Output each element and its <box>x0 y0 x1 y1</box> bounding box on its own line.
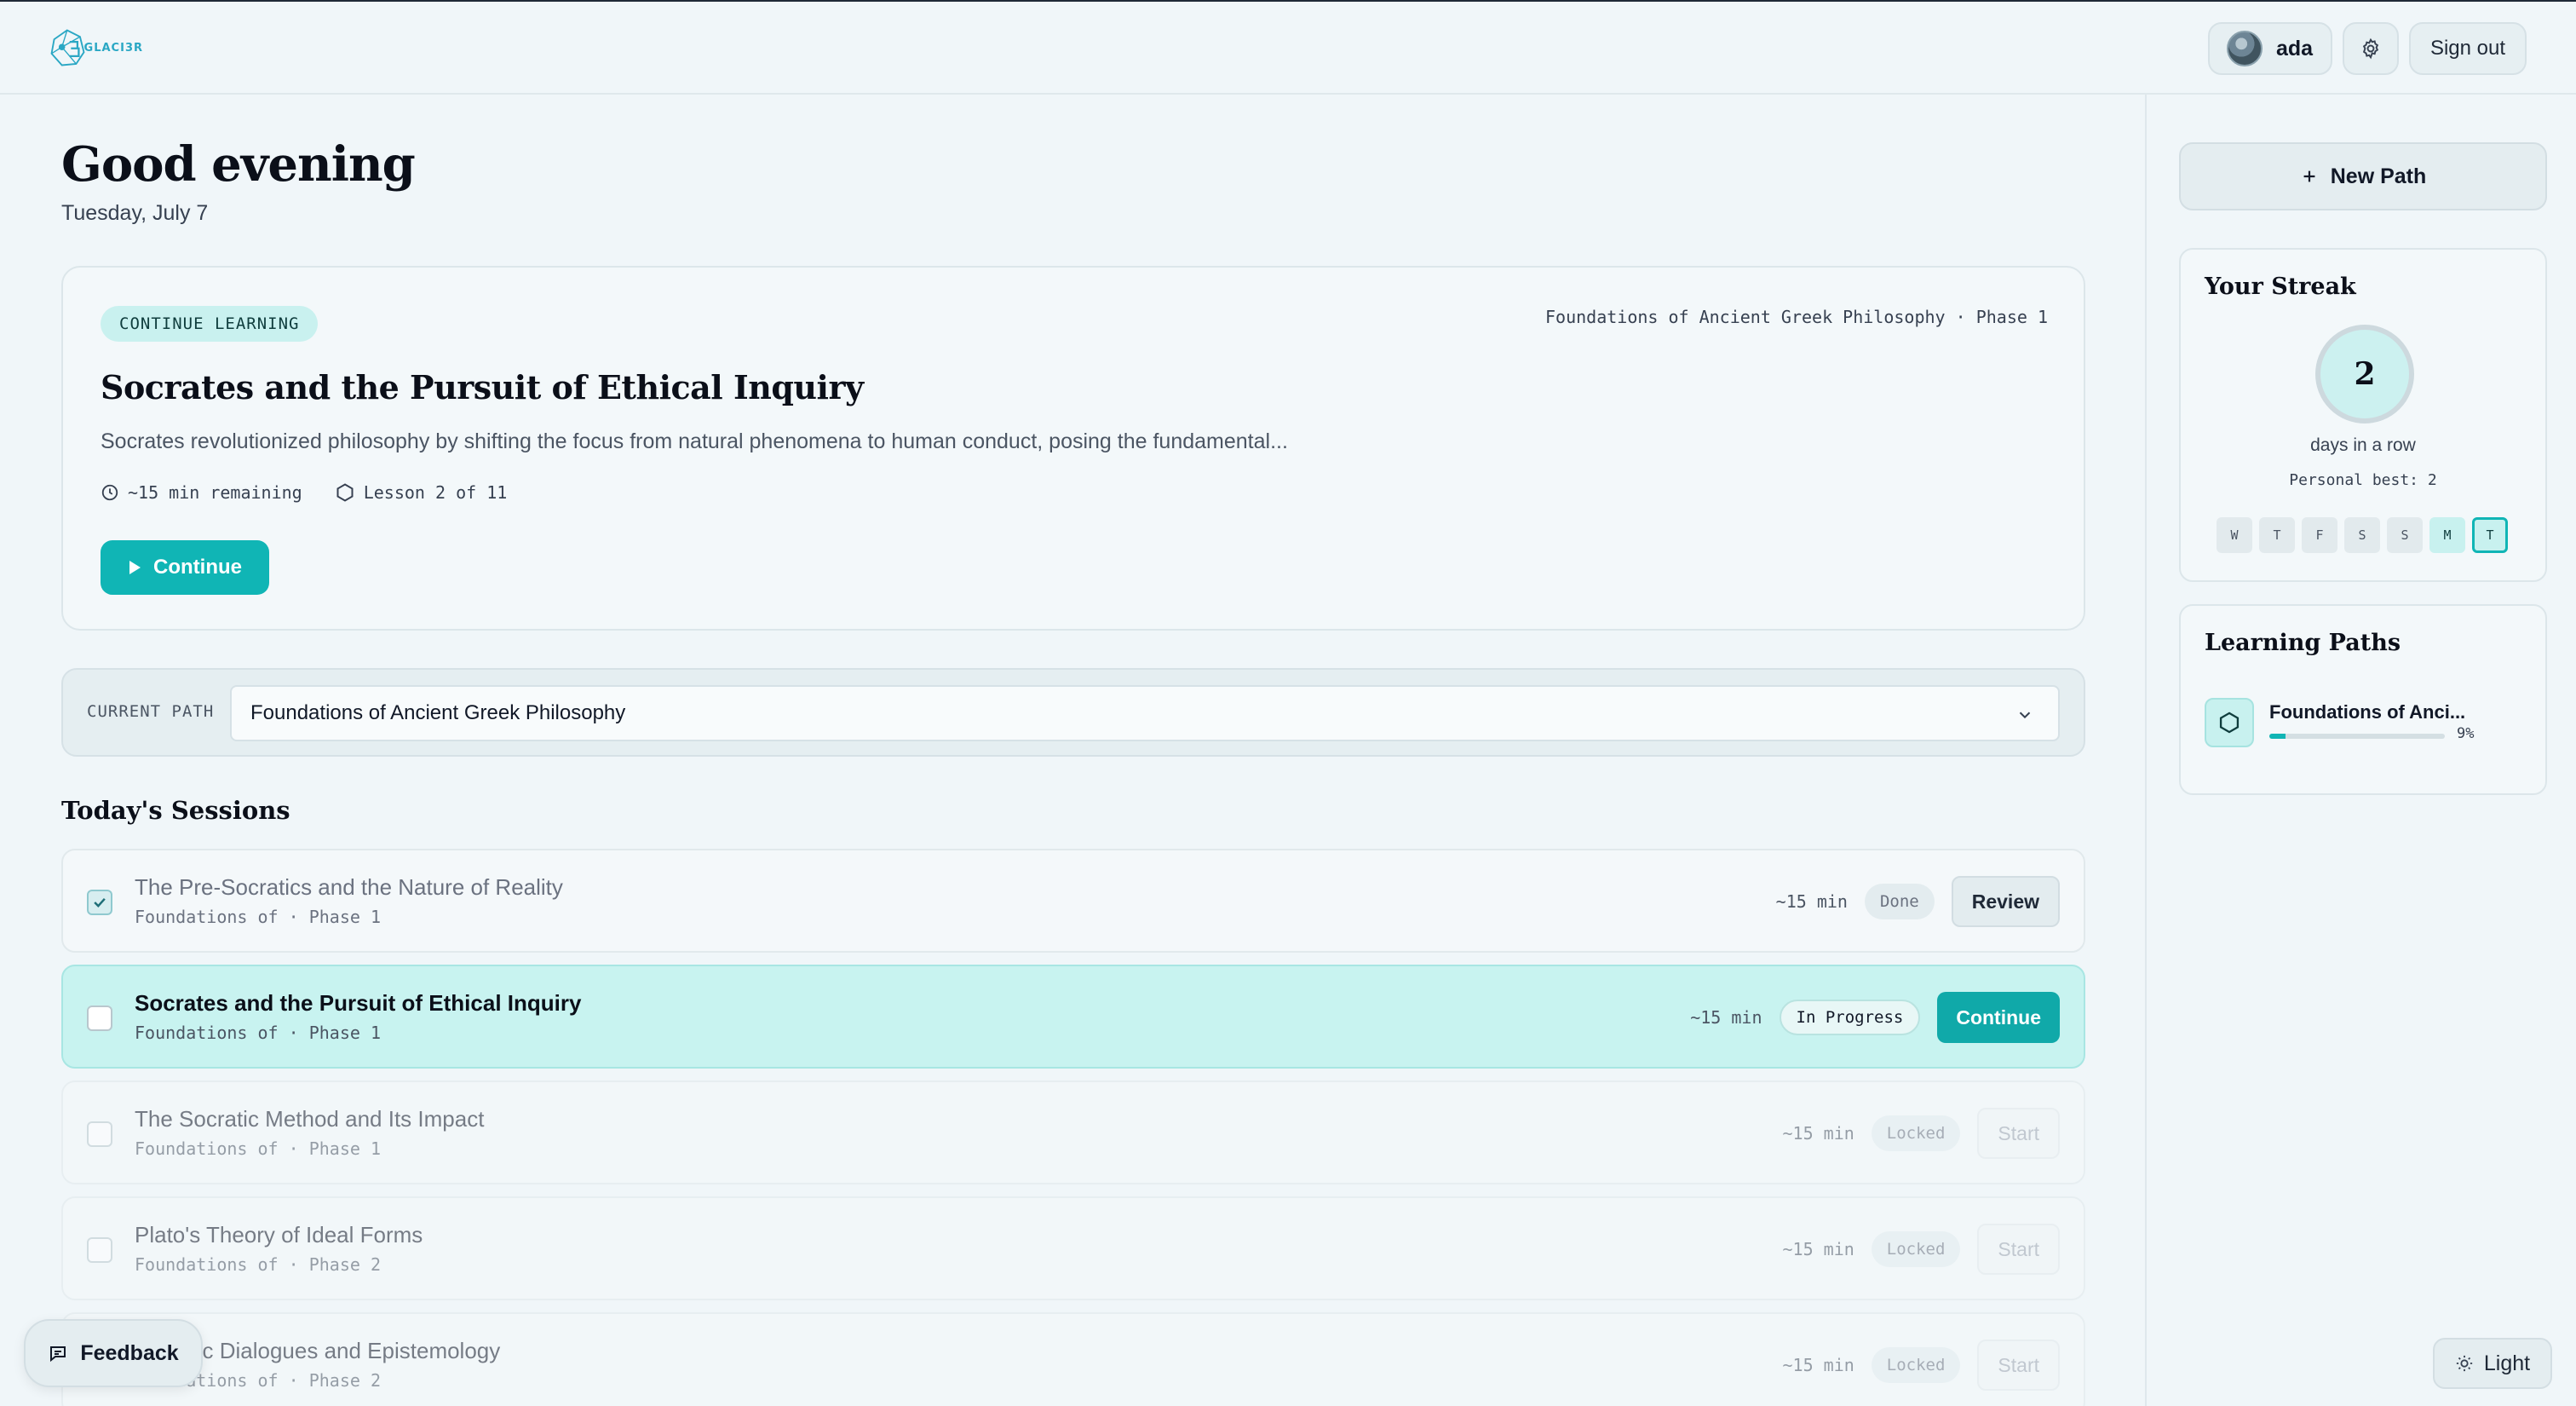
learning-path-name: Foundations of Anci... <box>2269 701 2466 723</box>
session-row: The Pre-Socratics and the Nature of Real… <box>61 849 2085 953</box>
session-subtitle: Foundations of · Phase 1 <box>135 1138 381 1159</box>
current-path-selector: CURRENT PATH Foundations of Ancient Gree… <box>61 668 2085 757</box>
status-badge: Done <box>1864 884 1935 919</box>
review-button[interactable]: Review <box>1951 876 2060 927</box>
streak-day: F <box>2302 517 2337 553</box>
app-header: GLACI3R ada Sign out <box>0 2 2576 95</box>
logo-text: GLACI3R <box>83 41 143 55</box>
learning-path-percent: 9% <box>2457 725 2475 742</box>
message-icon <box>50 1346 66 1363</box>
hero-lesson-description: Socrates revolutionized philosophy by sh… <box>101 429 1288 453</box>
session-checkbox[interactable] <box>87 1121 112 1147</box>
learning-paths-card: Learning Paths Foundations of Anci... 9% <box>2179 604 2547 795</box>
current-date: Tuesday, July 7 <box>61 201 209 225</box>
settings-button[interactable] <box>2343 22 2399 75</box>
path-select-dropdown[interactable]: Foundations of Ancient Greek Philosophy <box>230 685 2060 741</box>
status-badge: Locked <box>1871 1347 1961 1383</box>
streak-day: M <box>2429 517 2465 553</box>
sign-out-button[interactable]: Sign out <box>2409 22 2527 75</box>
continue-learning-card: CONTINUE LEARNING Foundations of Ancient… <box>61 266 2085 631</box>
avatar <box>2227 31 2263 66</box>
sun-icon <box>2456 1355 2473 1372</box>
theme-label: Light <box>2483 1351 2531 1375</box>
session-duration: ~15 min <box>1782 1239 1854 1259</box>
session-row: The Socratic Method and Its Impact Found… <box>61 1080 2085 1184</box>
hero-continue-label: Continue <box>153 556 242 579</box>
streak-personal-best: Personal best: 2 <box>2289 471 2437 489</box>
status-badge: Locked <box>1871 1115 1961 1151</box>
session-subtitle: Foundations of · Phase 2 <box>135 1254 381 1275</box>
start-button[interactable]: Start <box>1977 1224 2060 1275</box>
lesson-progress-text: Lesson 2 of 11 <box>363 482 508 503</box>
session-title[interactable]: Socrates and the Pursuit of Ethical Inqu… <box>135 990 581 1017</box>
session-row: Socrates and the Pursuit of Ethical Inqu… <box>61 965 2085 1069</box>
hero-continue-button[interactable]: Continue <box>101 540 269 595</box>
streak-week: WTFSSMT <box>2217 517 2508 553</box>
hexagon-icon <box>336 483 354 502</box>
learning-paths-title: Learning Paths <box>2205 630 2401 656</box>
glacier-logo-icon <box>50 29 85 66</box>
streak-day: S <box>2344 517 2380 553</box>
session-row: Platonic Dialogues and Epistemology Foun… <box>61 1312 2085 1406</box>
session-subtitle: Foundations of · Phase 1 <box>135 1023 381 1043</box>
session-subtitle: Foundations of · Phase 1 <box>135 907 381 927</box>
streak-card: Your Streak 2 days in a row Personal bes… <box>2179 248 2547 582</box>
current-path-label: CURRENT PATH <box>87 702 215 721</box>
session-checkbox[interactable] <box>87 890 112 915</box>
play-icon <box>129 561 141 574</box>
session-duration: ~15 min <box>1690 1007 1762 1028</box>
page-title: Good evening <box>61 136 416 193</box>
gear-icon <box>2362 37 2379 60</box>
status-badge: Locked <box>1871 1231 1961 1267</box>
check-icon <box>94 897 106 908</box>
path-icon <box>2205 698 2254 747</box>
session-title[interactable]: Plato's Theory of Ideal Forms <box>135 1222 423 1248</box>
path-select-value: Foundations of Ancient Greek Philosophy <box>250 701 626 724</box>
lesson-progress: Lesson 2 of 11 <box>335 482 508 503</box>
session-checkbox[interactable] <box>87 1237 112 1263</box>
continue-learning-tag: CONTINUE LEARNING <box>101 306 319 342</box>
learning-path-item[interactable]: Foundations of Anci... 9% <box>2205 698 2528 754</box>
new-path-label: New Path <box>2330 164 2427 188</box>
hero-stats: ~15 min remaining Lesson 2 of 11 <box>101 482 539 503</box>
learning-path-progress-bar <box>2269 734 2445 739</box>
streak-title: Your Streak <box>2205 274 2356 300</box>
time-remaining-text: ~15 min remaining <box>128 482 302 503</box>
feedback-label: Feedback <box>80 1340 179 1365</box>
user-menu-button[interactable]: ada <box>2208 22 2332 75</box>
streak-count: 2 <box>2315 325 2414 424</box>
new-path-button[interactable]: New Path <box>2179 142 2547 210</box>
hero-lesson-title: Socrates and the Pursuit of Ethical Inqu… <box>101 368 864 406</box>
time-remaining: ~15 min remaining <box>101 482 302 503</box>
clock-icon <box>101 484 118 501</box>
sessions-heading: Today's Sessions <box>61 796 290 825</box>
start-button[interactable]: Start <box>1977 1340 2060 1391</box>
streak-day: T <box>2472 517 2508 553</box>
app-logo[interactable]: GLACI3R <box>48 20 143 75</box>
plus-icon <box>2303 170 2315 182</box>
right-sidebar: New Path Your Streak 2 days in a row Per… <box>2145 95 2576 1406</box>
status-badge: In Progress <box>1779 1000 1921 1035</box>
streak-day: T <box>2259 517 2295 553</box>
username: ada <box>2276 36 2314 61</box>
session-duration: ~15 min <box>1775 891 1848 912</box>
session-duration: ~15 min <box>1782 1355 1854 1375</box>
hero-path-meta: Foundations of Ancient Greek Philosophy … <box>1544 307 2048 327</box>
hexagon-icon <box>2219 712 2240 734</box>
progress-fill <box>2269 734 2286 739</box>
theme-toggle-button[interactable]: Light <box>2433 1338 2552 1389</box>
chevron-down-icon <box>2019 712 2031 719</box>
streak-caption: days in a row <box>2310 435 2416 455</box>
session-continue-button[interactable]: Continue <box>1937 992 2060 1043</box>
session-duration: ~15 min <box>1782 1123 1854 1144</box>
session-row: Plato's Theory of Ideal Forms Foundation… <box>61 1196 2085 1300</box>
session-checkbox[interactable] <box>87 1006 112 1031</box>
session-title[interactable]: The Socratic Method and Its Impact <box>135 1106 484 1132</box>
streak-day: W <box>2217 517 2252 553</box>
feedback-button[interactable]: Feedback <box>24 1319 203 1387</box>
streak-day: S <box>2387 517 2423 553</box>
session-title[interactable]: The Pre-Socratics and the Nature of Real… <box>135 874 563 901</box>
start-button[interactable]: Start <box>1977 1108 2060 1159</box>
